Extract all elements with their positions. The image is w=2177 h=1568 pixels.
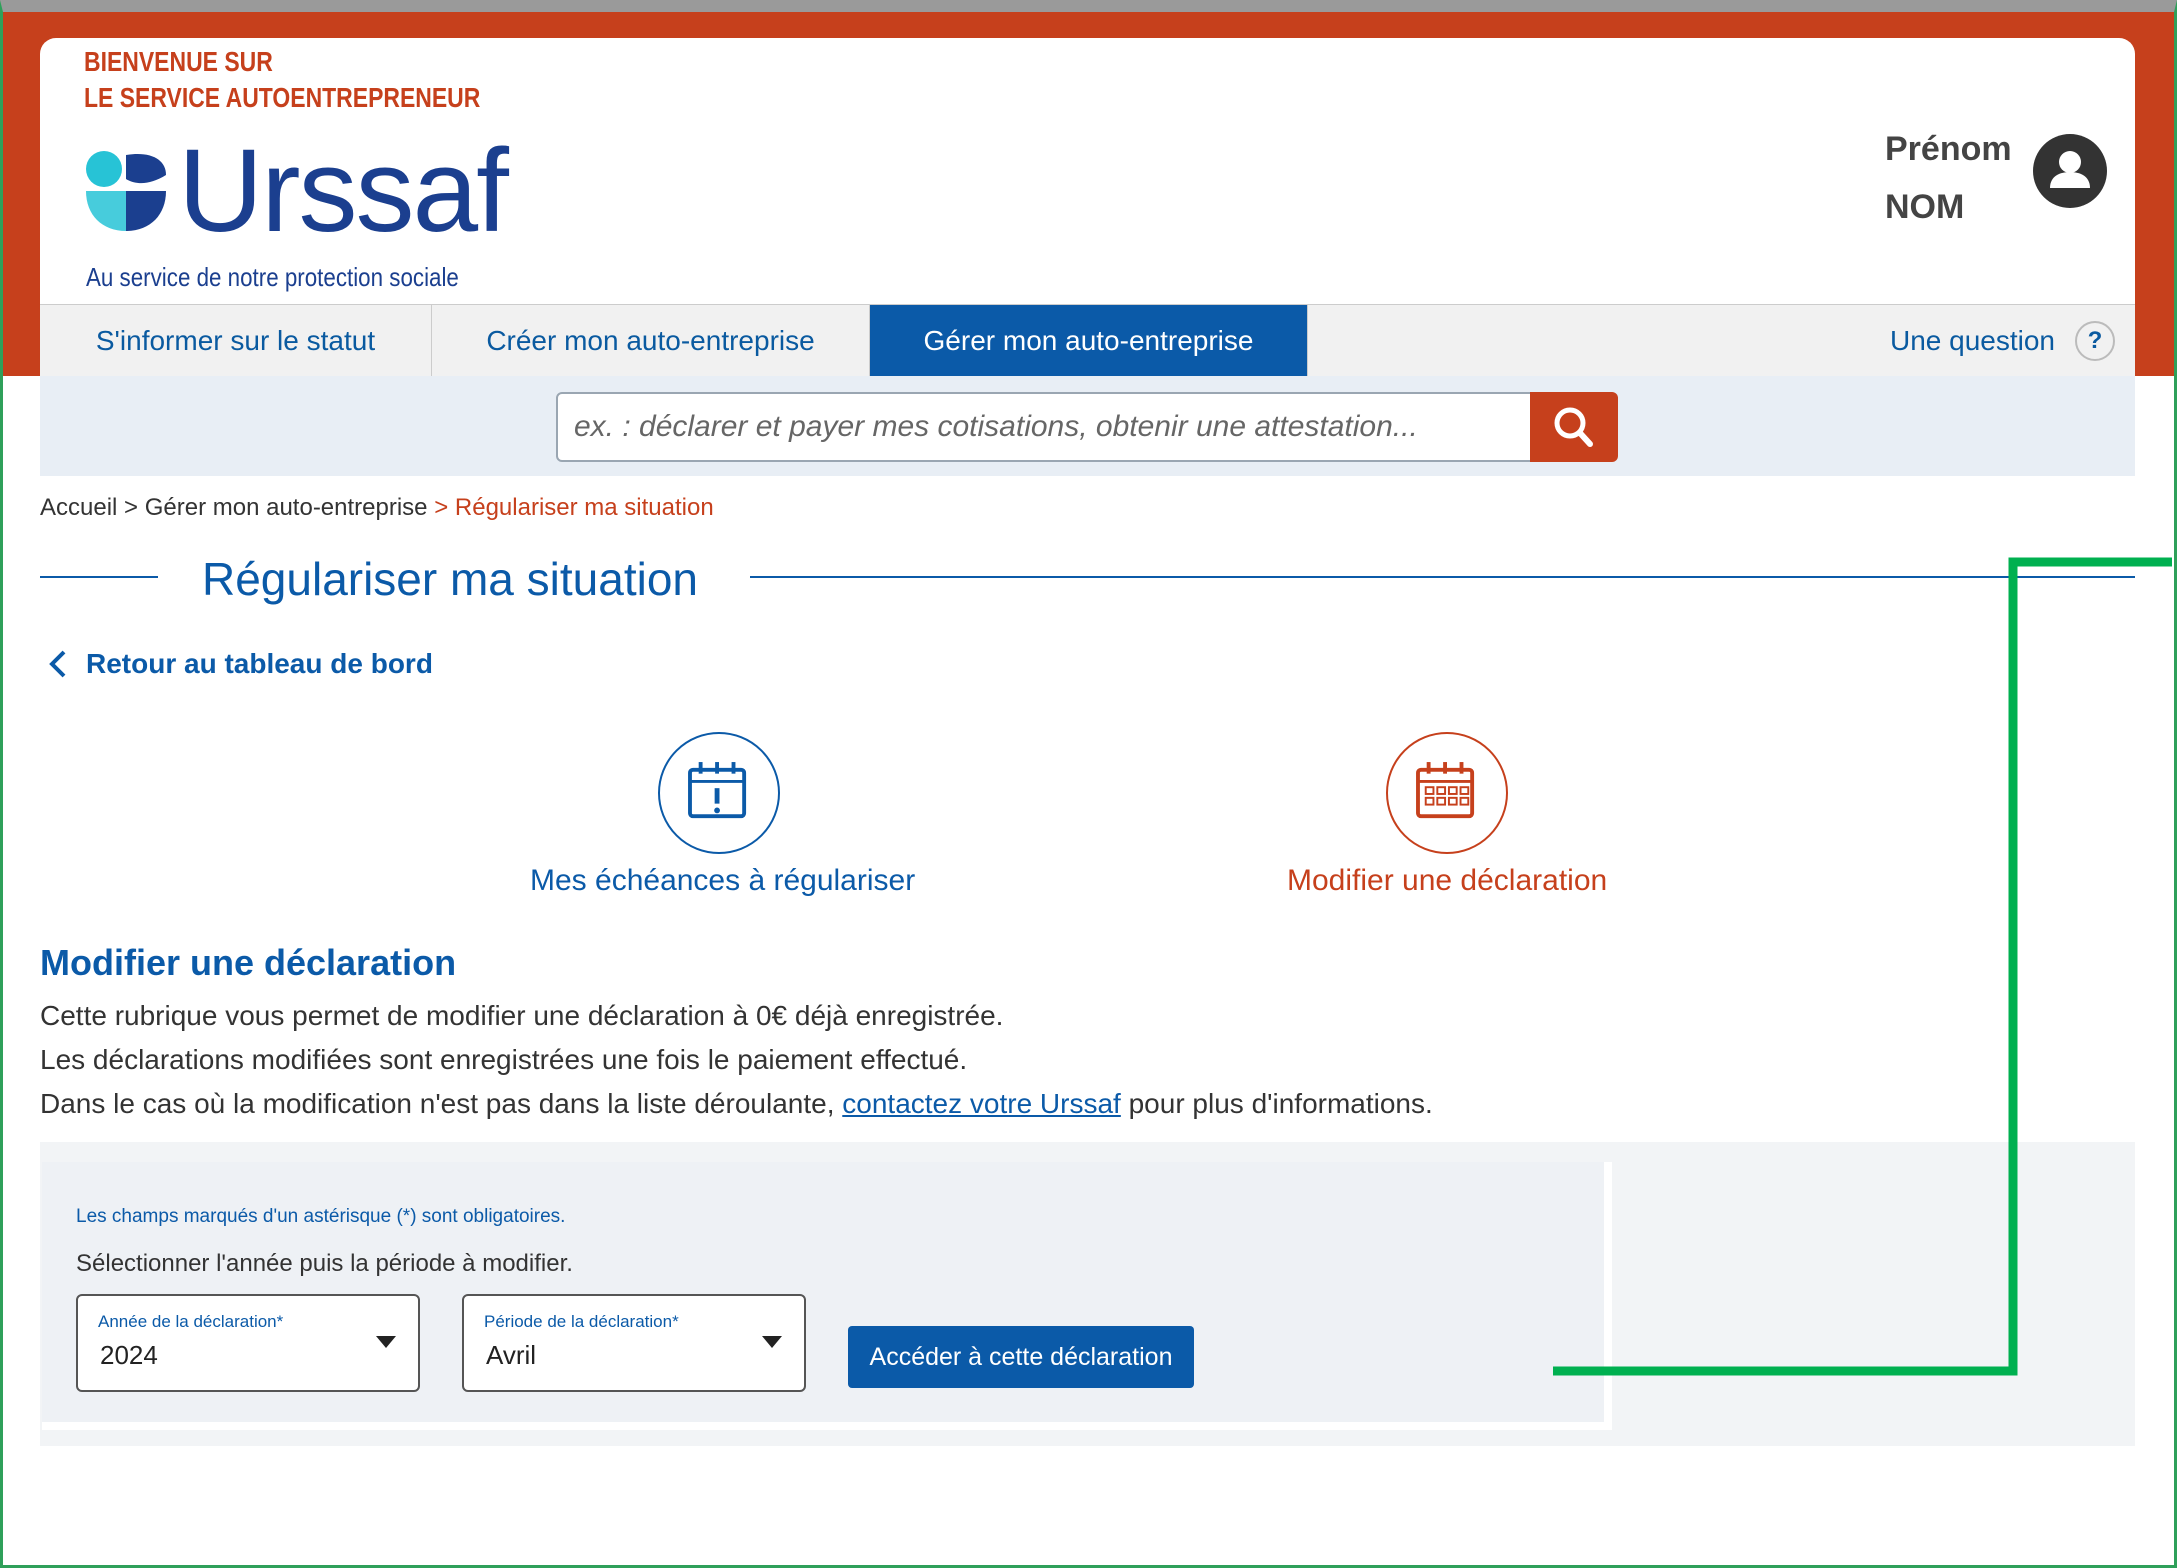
annotation-connector: [1553, 557, 2172, 1376]
